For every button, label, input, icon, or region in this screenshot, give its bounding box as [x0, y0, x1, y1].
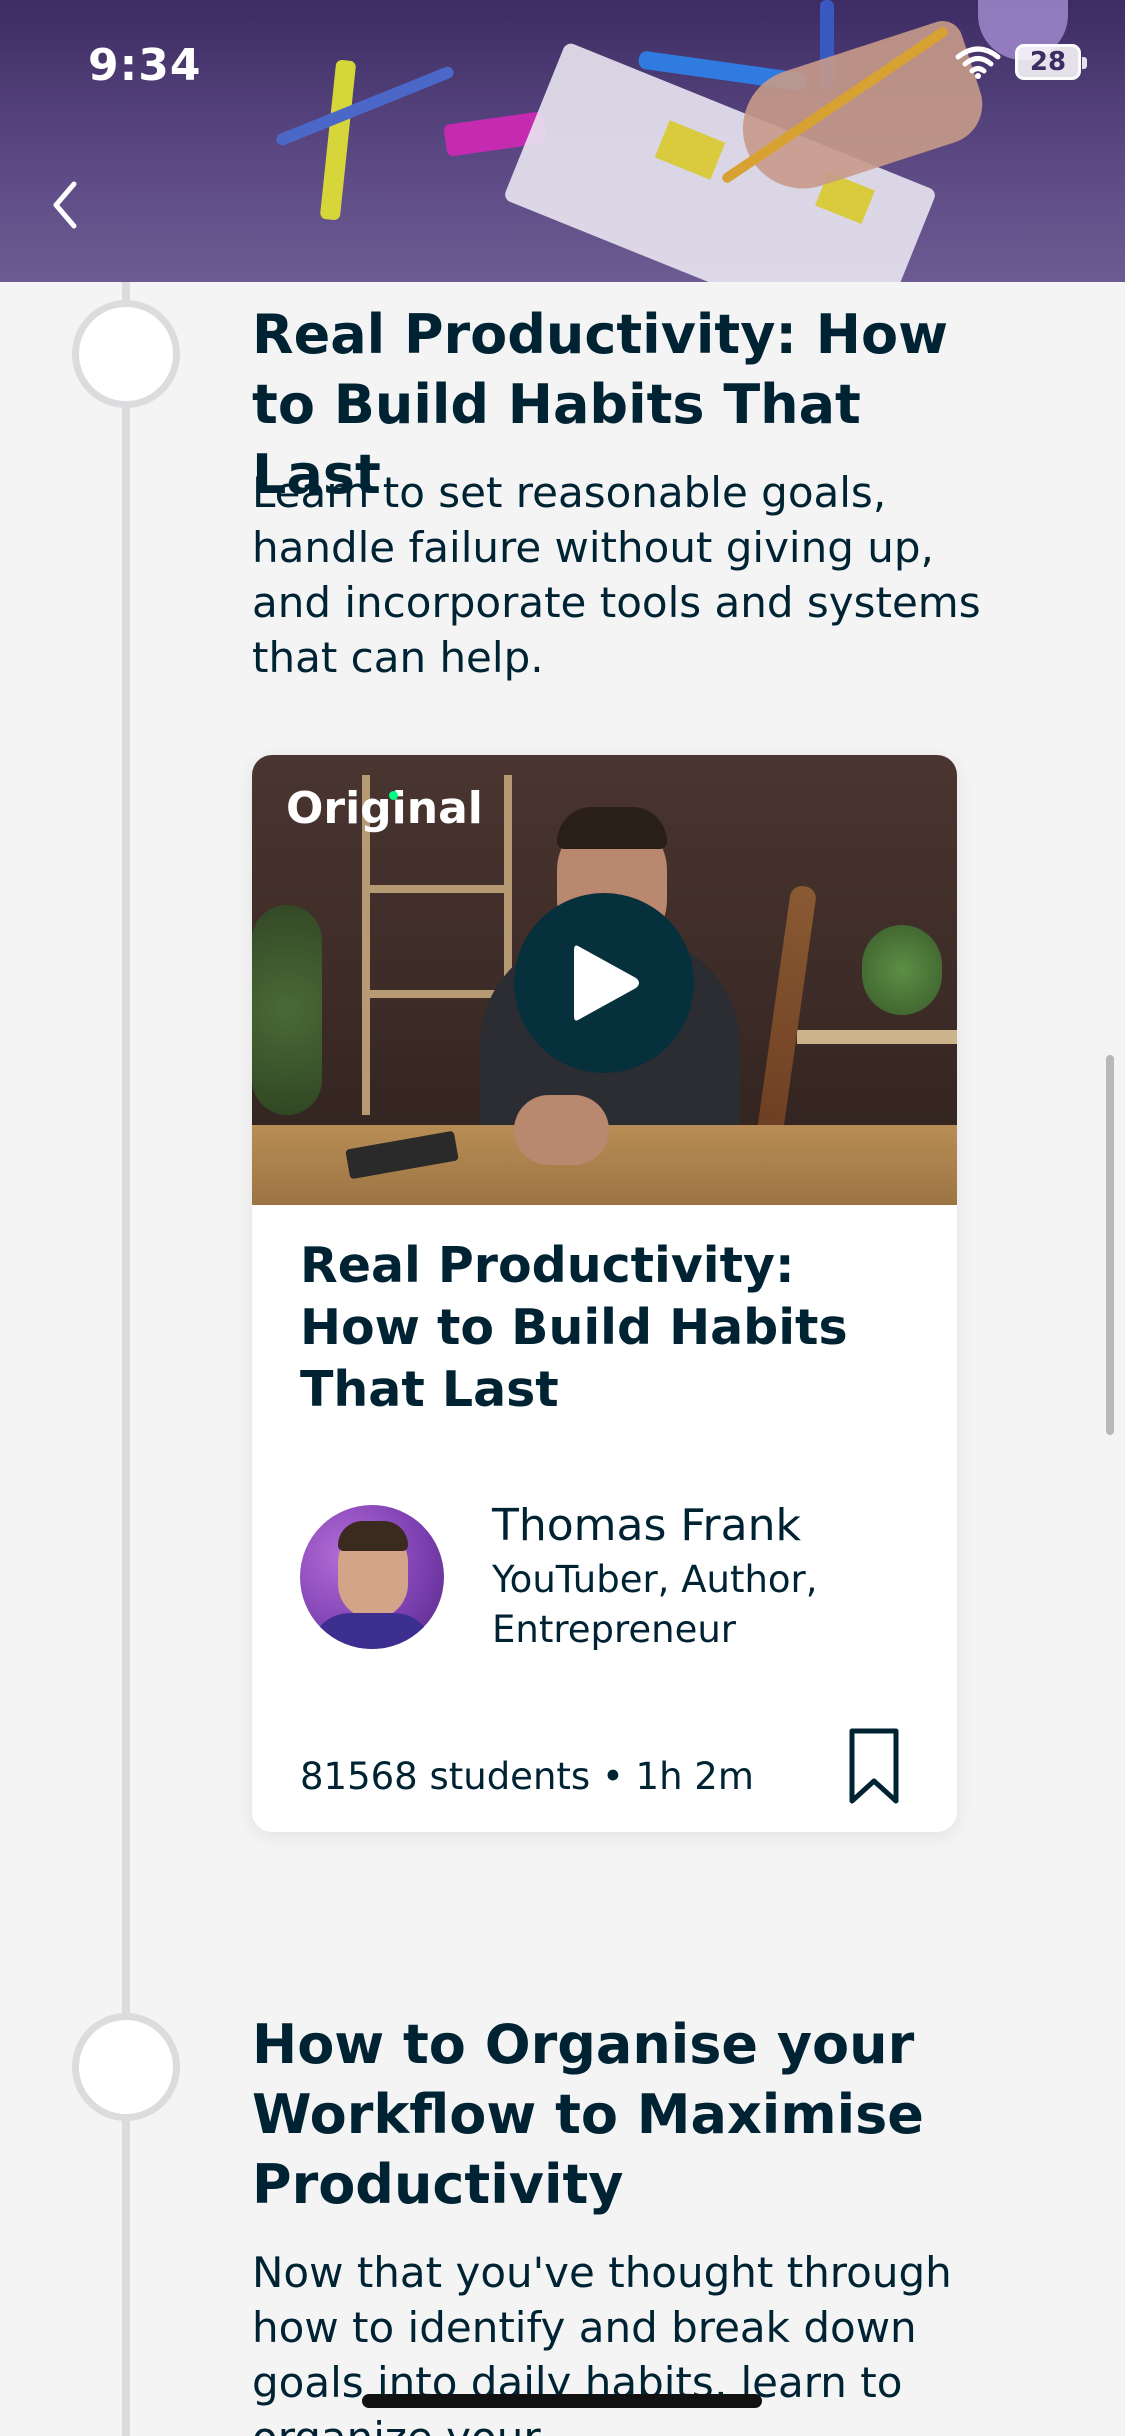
side-table-decoration — [797, 1030, 957, 1044]
desk-pencil-decoration — [319, 59, 357, 221]
header-image: 9:34 28 — [0, 0, 1125, 282]
play-icon — [574, 945, 639, 1021]
play-button[interactable] — [514, 893, 694, 1073]
original-badge: Original — [286, 783, 483, 834]
battery-level: 28 — [1029, 47, 1067, 77]
scrollbar[interactable] — [1106, 1055, 1114, 1435]
author-role: YouTuber, Author, Entrepreneur — [492, 1558, 818, 1651]
course-thumbnail[interactable]: Original — [252, 755, 957, 1205]
avatar-shirt-decoration — [310, 1613, 434, 1649]
shelf-board-decoration — [362, 990, 512, 998]
bookmark-icon[interactable] — [844, 1725, 904, 1809]
author-name: Thomas Frank — [492, 1500, 801, 1551]
guitar-decoration — [752, 884, 818, 1166]
course-meta: 81568 students • 1h 2m — [300, 1755, 754, 1798]
avatar — [300, 1505, 444, 1649]
back-chevron-icon[interactable] — [38, 170, 98, 240]
plant-decoration — [252, 905, 322, 1115]
hands-decoration — [514, 1095, 609, 1165]
status-time: 9:34 — [88, 40, 202, 91]
wifi-icon — [955, 46, 1001, 79]
battery-icon: 28 — [1015, 44, 1087, 80]
timeline-node — [72, 2013, 180, 2121]
shelf-board-decoration — [362, 885, 512, 893]
timeline-node — [72, 300, 180, 408]
plant-decoration — [862, 925, 942, 1015]
lesson-title: How to Organise your Workflow to Maximis… — [252, 2013, 924, 2216]
course-title[interactable]: Real Productivity: How to Build Habits T… — [300, 1235, 910, 1421]
instructor-hair-decoration — [557, 807, 667, 849]
lesson-description: Learn to set reasonable goals, handle fa… — [252, 468, 981, 682]
avatar-hair-decoration — [338, 1521, 408, 1551]
status-icons: 28 — [955, 44, 1087, 80]
desk-pen-decoration — [274, 64, 456, 148]
course-card[interactable]: Original Real Productivity: How to Build… — [252, 755, 957, 1832]
home-indicator[interactable] — [362, 2394, 762, 2408]
badge-dot — [389, 791, 398, 800]
